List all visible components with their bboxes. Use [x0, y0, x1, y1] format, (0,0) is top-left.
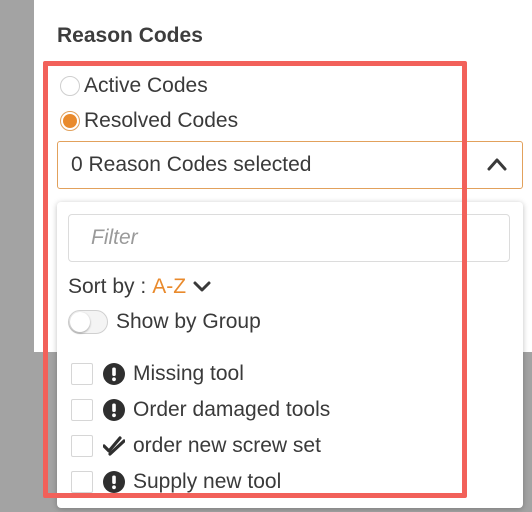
list-item[interactable]: Missing tool: [71, 356, 511, 392]
exclamation-circle-icon: [103, 399, 125, 421]
chevron-up-icon[interactable]: [486, 156, 508, 172]
sort-value[interactable]: A-Z: [152, 275, 186, 299]
exclamation-circle-icon: [103, 363, 125, 385]
list-item[interactable]: Supply new tool: [71, 464, 511, 500]
checkbox[interactable]: [71, 471, 93, 493]
show-by-group-label: Show by Group: [116, 310, 261, 333]
sort-label: Sort by :: [68, 275, 147, 298]
double-check-icon: [103, 436, 125, 456]
reason-code-list: Missing tool Order damaged tools order n…: [71, 356, 511, 500]
list-item-label: Supply new tool: [133, 470, 282, 493]
active-codes-radio[interactable]: Active Codes: [60, 73, 208, 99]
backdrop-left: [0, 0, 34, 512]
radio-button-selected[interactable]: [60, 111, 80, 131]
checkbox[interactable]: [71, 399, 93, 421]
radio-button-unselected[interactable]: [60, 76, 80, 96]
show-by-group-toggle-row[interactable]: Show by Group: [68, 309, 261, 335]
checkbox[interactable]: [71, 435, 93, 457]
active-codes-label: Active Codes: [84, 74, 208, 97]
list-item-label: Order damaged tools: [133, 398, 331, 421]
checkbox[interactable]: [71, 363, 93, 385]
list-item-label: order new screw set: [133, 434, 321, 457]
section-title: Reason Codes: [57, 24, 203, 47]
reason-codes-select[interactable]: 0 Reason Codes selected: [57, 141, 523, 189]
resolved-codes-radio[interactable]: Resolved Codes: [60, 108, 238, 134]
sort-control[interactable]: Sort by : A-Z: [68, 274, 212, 300]
list-item-label: Missing tool: [133, 362, 244, 385]
chevron-down-icon[interactable]: [192, 280, 212, 294]
list-item[interactable]: Order damaged tools: [71, 392, 511, 428]
resolved-codes-label: Resolved Codes: [84, 109, 239, 132]
reason-codes-dropdown: Sort by : A-Z Show by Group Missing tool: [57, 202, 523, 508]
filter-input[interactable]: [68, 214, 510, 262]
select-value: 0 Reason Codes selected: [71, 153, 312, 176]
exclamation-circle-icon: [103, 471, 125, 493]
list-item[interactable]: order new screw set: [71, 428, 511, 464]
show-by-group-toggle[interactable]: [68, 310, 108, 334]
